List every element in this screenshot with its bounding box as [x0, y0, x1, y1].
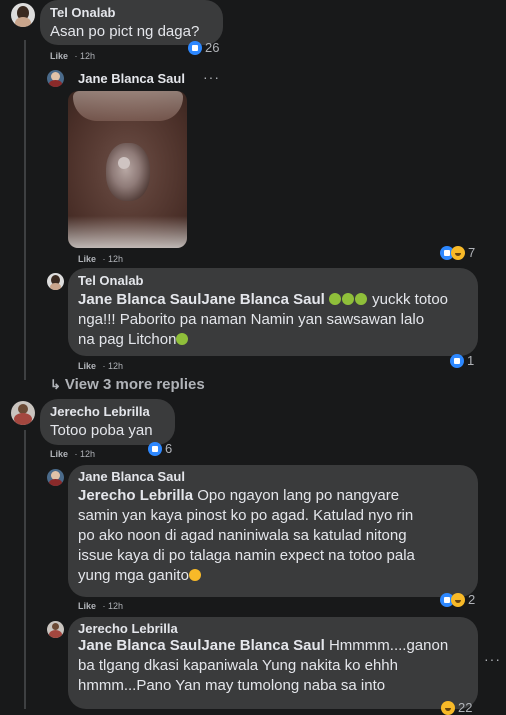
- comment-author[interactable]: Jerecho Lebrilla: [50, 404, 150, 419]
- sick-emoji-icon: [176, 333, 189, 345]
- comment-author[interactable]: Jerecho Lebrilla: [78, 621, 178, 636]
- reaction-summary[interactable]: 2: [440, 592, 475, 607]
- comment-author[interactable]: Tel Onalab: [50, 5, 116, 20]
- like-reaction-icon: [148, 441, 162, 456]
- comment-time[interactable]: 12h: [80, 449, 95, 459]
- mention-link[interactable]: Jane Blanca SaulJane Blanca Saul: [78, 637, 325, 654]
- like-link[interactable]: Like: [50, 51, 68, 61]
- comment-actions: Like · 12h: [78, 361, 124, 371]
- comment-author[interactable]: Tel Onalab: [78, 273, 144, 288]
- reaction-summary[interactable]: 6: [148, 441, 172, 456]
- comment-text: Jane Blanca SaulJane Blanca Saul yuckk t…: [78, 291, 449, 348]
- reaction-summary[interactable]: 7: [440, 245, 475, 260]
- avatar[interactable]: [47, 273, 64, 290]
- haha-reaction-icon: [451, 592, 465, 607]
- comment-time[interactable]: 12h: [80, 51, 95, 61]
- mention-link[interactable]: Jane Blanca SaulJane Blanca Saul: [78, 291, 325, 308]
- smirk-emoji-icon: [188, 569, 201, 581]
- reaction-count: 6: [165, 441, 173, 456]
- comment-text: Totoo poba yan: [50, 422, 153, 439]
- comment-time[interactable]: 12h: [108, 254, 123, 264]
- comment-actions: Like · 12h: [50, 51, 96, 61]
- reaction-count: 1: [467, 353, 475, 368]
- comment-text: Jane Blanca SaulJane Blanca Saul Hmmmm..…: [78, 637, 449, 694]
- avatar[interactable]: [47, 70, 64, 87]
- haha-reaction-icon: [441, 700, 455, 715]
- reaction-count: 22: [458, 700, 473, 715]
- like-link[interactable]: Like: [78, 601, 96, 611]
- avatar[interactable]: [47, 621, 64, 638]
- mention-link[interactable]: Jerecho Lebrilla: [78, 487, 193, 504]
- like-reaction-icon: [188, 40, 202, 55]
- reply-arrow-icon: ↳: [50, 377, 61, 392]
- like-link[interactable]: Like: [50, 449, 68, 459]
- comment-author[interactable]: Jane Blanca Saul: [78, 71, 185, 86]
- avatar[interactable]: [11, 3, 35, 27]
- reaction-count: 26: [205, 40, 220, 55]
- sick-emoji-icon: [328, 293, 341, 305]
- comment-author[interactable]: Jane Blanca Saul: [78, 469, 185, 484]
- like-reaction-icon: [450, 353, 464, 368]
- reaction-count: 7: [468, 245, 476, 260]
- comment-actions: Like · 12h: [78, 601, 124, 611]
- comment-photo[interactable]: [68, 91, 187, 248]
- reaction-summary[interactable]: 1: [450, 353, 474, 368]
- reaction-summary[interactable]: 26: [188, 40, 219, 55]
- sick-emoji-icon: [341, 293, 354, 305]
- reaction-summary[interactable]: 22: [441, 700, 472, 715]
- like-link[interactable]: Like: [78, 254, 96, 264]
- comment-time[interactable]: 12h: [108, 361, 123, 371]
- comment-time[interactable]: 12h: [108, 601, 123, 611]
- view-more-replies-link[interactable]: ↳ View 3 more replies: [50, 376, 205, 393]
- like-link[interactable]: Like: [78, 361, 96, 371]
- thread-line: [24, 430, 26, 709]
- avatar[interactable]: [11, 401, 35, 425]
- comment-actions: Like · 12h: [78, 254, 124, 264]
- more-options-button[interactable]: ···: [484, 651, 501, 667]
- reaction-count: 2: [468, 592, 476, 607]
- sick-emoji-icon: [354, 293, 367, 305]
- haha-reaction-icon: [451, 245, 465, 260]
- comment-text: Jerecho Lebrilla Opo ngayon lang po nang…: [78, 487, 415, 584]
- more-options-button[interactable]: ···: [203, 69, 220, 85]
- avatar[interactable]: [47, 469, 64, 486]
- thread-line: [24, 40, 26, 380]
- comment-text: Asan po pict ng daga?: [50, 23, 200, 40]
- comment-actions: Like · 12h: [50, 449, 96, 459]
